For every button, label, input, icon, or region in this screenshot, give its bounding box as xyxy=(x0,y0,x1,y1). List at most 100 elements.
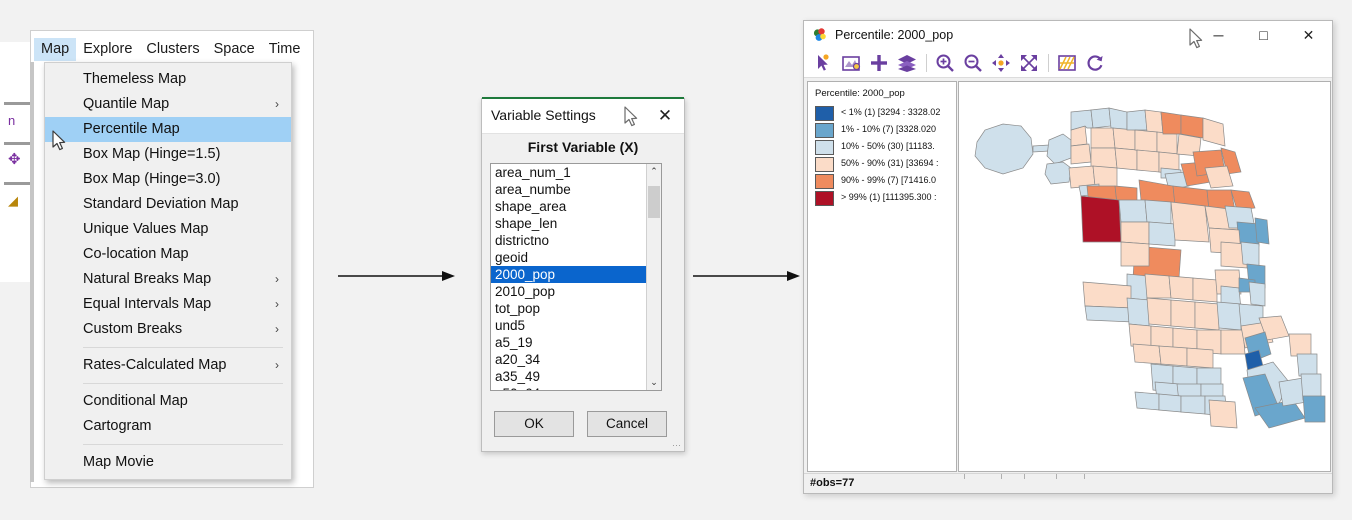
scroll-down-icon[interactable]: ⌄ xyxy=(647,375,661,390)
select-pointer-icon[interactable] xyxy=(812,52,834,74)
list-item[interactable]: shape_len xyxy=(491,215,647,232)
menu-item-box-map-hinge15[interactable]: Box Map (Hinge=1.5) xyxy=(45,142,291,167)
menu-item-co-location-map[interactable]: Co-location Map xyxy=(45,242,291,267)
menu-map[interactable]: Map xyxy=(34,38,77,61)
list-item[interactable]: shape_area xyxy=(491,198,647,215)
menu-item-themeless-map[interactable]: Themeless Map xyxy=(45,67,291,92)
menu-item-custom-breaks[interactable]: Custom Breaks › xyxy=(45,317,291,342)
legend-panel[interactable]: Percentile: 2000_pop < 1% (1) [3294 : 33… xyxy=(807,81,957,472)
dialog-title: Variable Settings xyxy=(491,107,596,123)
menu-item-label: Map Movie xyxy=(83,454,154,470)
obs-count-label: #obs=77 xyxy=(810,477,855,489)
mouse-cursor-dialog xyxy=(624,106,639,127)
menu-item-label: Rates-Calculated Map xyxy=(83,357,227,373)
menu-item-box-map-hinge30[interactable]: Box Map (Hinge=3.0) xyxy=(45,167,291,192)
list-item[interactable]: 2010_pop xyxy=(491,283,647,300)
zoom-in-icon[interactable] xyxy=(934,52,956,74)
list-item[interactable]: a35_49 xyxy=(491,368,647,385)
legend-swatch xyxy=(815,174,834,189)
add-layer-icon[interactable] xyxy=(868,52,890,74)
map-window-title-bar: Percentile: 2000_pop ─ □ ✕ xyxy=(804,21,1332,50)
close-icon[interactable]: ✕ xyxy=(1286,21,1331,49)
list-item[interactable]: area_num_1 xyxy=(491,164,647,181)
scroll-up-icon[interactable]: ⌃ xyxy=(647,164,661,179)
menu-item-label: Box Map (Hinge=1.5) xyxy=(83,146,221,162)
menu-item-conditional-map[interactable]: Conditional Map xyxy=(45,389,291,414)
menu-item-label: Percentile Map xyxy=(83,121,180,137)
menu-item-label: Standard Deviation Map xyxy=(83,196,239,212)
ok-button[interactable]: OK xyxy=(494,411,574,437)
chevron-right-icon: › xyxy=(275,272,279,286)
menu-item-percentile-map[interactable]: Percentile Map xyxy=(45,117,291,142)
bg-toolbar-divider-2 xyxy=(4,142,32,145)
menu-bar: Map Explore Clusters Space Time xyxy=(34,38,312,62)
list-item[interactable]: tot_pop xyxy=(491,300,647,317)
menu-item-label: Natural Breaks Map xyxy=(83,271,212,287)
list-item[interactable]: und5 xyxy=(491,317,647,334)
list-item[interactable]: a20_34 xyxy=(491,351,647,368)
menu-explore[interactable]: Explore xyxy=(76,38,139,61)
legend-label: 50% - 90% (31) [33694 : xyxy=(841,158,939,168)
map-style-icon[interactable] xyxy=(1056,52,1078,74)
menu-item-quantile-map[interactable]: Quantile Map › xyxy=(45,92,291,117)
menu-item-label: Conditional Map xyxy=(83,393,188,409)
menu-item-natural-breaks-map[interactable]: Natural Breaks Map › xyxy=(45,267,291,292)
legend-swatch xyxy=(815,140,834,155)
menu-item-label: Unique Values Map xyxy=(83,221,209,237)
select-shape-icon[interactable] xyxy=(840,52,862,74)
map-toolbar xyxy=(804,49,1332,78)
menu-clusters[interactable]: Clusters xyxy=(139,38,206,61)
chevron-right-icon: › xyxy=(275,358,279,372)
menu-item-label: Box Map (Hinge=3.0) xyxy=(83,171,221,187)
list-item[interactable]: a50_64 xyxy=(491,385,647,390)
choropleth-map-canvas[interactable] xyxy=(958,81,1331,472)
resize-grip-icon[interactable]: ⋯ xyxy=(672,441,681,450)
menu-item-label: Cartogram xyxy=(83,418,152,434)
close-icon[interactable]: ✕ xyxy=(654,105,676,127)
legend-swatch xyxy=(815,106,834,121)
status-bar-ticks xyxy=(964,474,1164,479)
menu-item-standard-deviation-map[interactable]: Standard Deviation Map xyxy=(45,192,291,217)
menu-time[interactable]: Time xyxy=(262,38,308,61)
main-window-left-edge xyxy=(30,62,34,482)
menu-item-cartogram[interactable]: Cartogram xyxy=(45,414,291,439)
variable-list[interactable]: area_num_1 area_numbe shape_area shape_l… xyxy=(490,163,662,391)
menu-space[interactable]: Space xyxy=(207,38,262,61)
menu-item-unique-values-map[interactable]: Unique Values Map xyxy=(45,217,291,242)
map-dropdown-menu: Themeless Map Quantile Map › Percentile … xyxy=(44,62,292,480)
menu-item-label: Custom Breaks xyxy=(83,321,183,337)
pan-icon[interactable] xyxy=(990,52,1012,74)
legend-label: 10% - 50% (30) [11183. xyxy=(841,141,935,151)
maximize-icon[interactable]: □ xyxy=(1241,21,1286,49)
list-item[interactable]: geoid xyxy=(491,249,647,266)
legend-swatch xyxy=(815,191,834,206)
arrow-menu-to-dialog xyxy=(338,270,456,282)
legend-label: 1% - 10% (7) [3328.020 xyxy=(841,124,937,134)
menu-item-map-movie[interactable]: Map Movie xyxy=(45,450,291,475)
map-status-bar: #obs=77 xyxy=(804,473,1332,493)
list-item[interactable]: districtno xyxy=(491,232,647,249)
list-item[interactable]: area_numbe xyxy=(491,181,647,198)
cancel-button[interactable]: Cancel xyxy=(587,411,667,437)
menu-item-label: Themeless Map xyxy=(83,71,187,87)
chevron-right-icon: › xyxy=(275,322,279,336)
bg-partial-label-icon: n xyxy=(8,113,16,128)
menu-item-equal-intervals-map[interactable]: Equal Intervals Map › xyxy=(45,292,291,317)
layers-icon[interactable] xyxy=(896,52,918,74)
list-item[interactable]: a5_19 xyxy=(491,334,647,351)
legend-label: > 99% (1) [111395.300 : xyxy=(841,192,937,202)
fit-extent-icon[interactable] xyxy=(1018,52,1040,74)
refresh-icon[interactable] xyxy=(1084,52,1106,74)
menu-separator xyxy=(83,383,283,384)
arrow-dialog-to-map xyxy=(693,270,801,282)
legend-label: < 1% (1) [3294 : 3328.02 xyxy=(841,107,941,117)
menu-item-label: Co-location Map xyxy=(83,246,189,262)
menu-item-label: Quantile Map xyxy=(83,96,170,112)
zoom-out-icon[interactable] xyxy=(962,52,984,74)
list-item-selected[interactable]: 2000_pop xyxy=(491,266,647,283)
legend-title: Percentile: 2000_pop xyxy=(815,88,905,99)
menu-item-rates-calculated-map[interactable]: Rates-Calculated Map › xyxy=(45,353,291,378)
variable-list-scrollbar[interactable]: ⌃ ⌄ xyxy=(646,164,661,390)
map-window-title: Percentile: 2000_pop xyxy=(835,28,954,42)
scrollbar-thumb[interactable] xyxy=(648,186,660,218)
